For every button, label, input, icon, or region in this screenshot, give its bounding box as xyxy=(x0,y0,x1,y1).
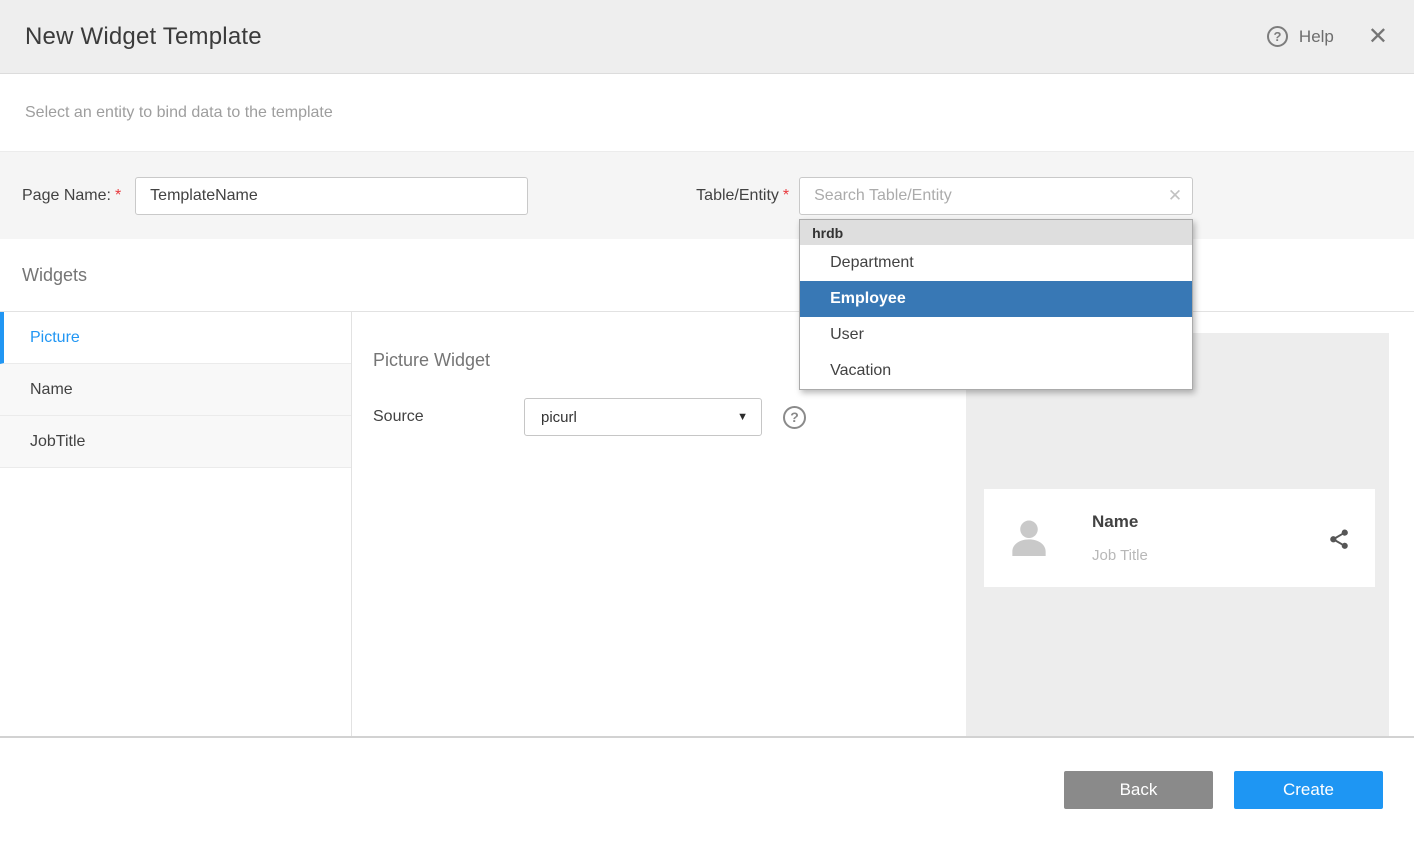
create-button[interactable]: Create xyxy=(1234,771,1383,809)
preview-name: Name xyxy=(1092,512,1148,532)
dropdown-item-employee[interactable]: Employee xyxy=(800,281,1192,317)
back-button[interactable]: Back xyxy=(1064,771,1213,809)
tab-picture[interactable]: Picture xyxy=(0,312,351,364)
widgets-section-title: Widgets xyxy=(22,265,87,286)
dropdown-item-user[interactable]: User xyxy=(800,317,1192,353)
page-name-input[interactable] xyxy=(135,177,528,215)
dialog-footer: Back Create xyxy=(0,738,1414,841)
table-entity-label-wrap: Table/Entity * xyxy=(696,187,789,205)
source-help-icon[interactable]: ? xyxy=(783,406,806,429)
widgets-section-header: Widgets xyxy=(0,239,1414,312)
help-button[interactable]: ? Help xyxy=(1267,26,1334,47)
source-row: Source picurl ▼ ? xyxy=(373,398,966,436)
subtitle-bar: Select an entity to bind data to the tem… xyxy=(0,74,1414,151)
dialog-header: New Widget Template ? Help ✕ xyxy=(0,0,1414,74)
clear-search-icon[interactable]: ✕ xyxy=(1168,187,1182,204)
dropdown-item-vacation[interactable]: Vacation xyxy=(800,353,1192,389)
table-entity-combobox: ✕ hrdb Department Employee User Vacation xyxy=(799,177,1193,215)
entity-dropdown: hrdb Department Employee User Vacation xyxy=(799,219,1193,390)
widgets-panel: Picture Name JobTitle Picture Widget Sou… xyxy=(0,312,1414,738)
preview-card-text: Name Job Title xyxy=(1092,512,1148,564)
page-title: New Widget Template xyxy=(25,23,262,51)
close-icon[interactable]: ✕ xyxy=(1368,25,1388,49)
template-preview-panel: Name Job Title xyxy=(966,333,1389,736)
table-entity-label: Table/Entity xyxy=(696,187,779,205)
dropdown-item-department[interactable]: Department xyxy=(800,245,1192,281)
help-label: Help xyxy=(1299,27,1334,47)
person-silhouette-icon xyxy=(1002,511,1056,565)
source-select[interactable]: picurl ▼ xyxy=(524,398,762,436)
subtitle-text: Select an entity to bind data to the tem… xyxy=(25,104,333,122)
page-name-label: Page Name: xyxy=(22,187,111,205)
preview-job-title: Job Title xyxy=(1092,547,1148,564)
share-icon xyxy=(1326,526,1351,551)
help-icon: ? xyxy=(1267,26,1288,47)
tab-jobtitle[interactable]: JobTitle xyxy=(0,416,351,468)
page-name-required-mark: * xyxy=(115,187,121,205)
widget-tabs-sidebar: Picture Name JobTitle xyxy=(0,312,352,736)
source-select-value: picurl xyxy=(541,409,577,426)
header-actions: ? Help ✕ xyxy=(1267,25,1388,49)
preview-card: Name Job Title xyxy=(984,489,1375,587)
chevron-down-icon: ▼ xyxy=(737,411,748,423)
entity-form-row: Page Name: * Table/Entity * ✕ hrdb Depar… xyxy=(0,151,1414,239)
table-entity-required-mark: * xyxy=(783,187,789,205)
source-label: Source xyxy=(373,408,524,426)
table-entity-search-input[interactable] xyxy=(799,177,1193,215)
tab-name[interactable]: Name xyxy=(0,364,351,416)
dropdown-group-header: hrdb xyxy=(800,220,1192,245)
